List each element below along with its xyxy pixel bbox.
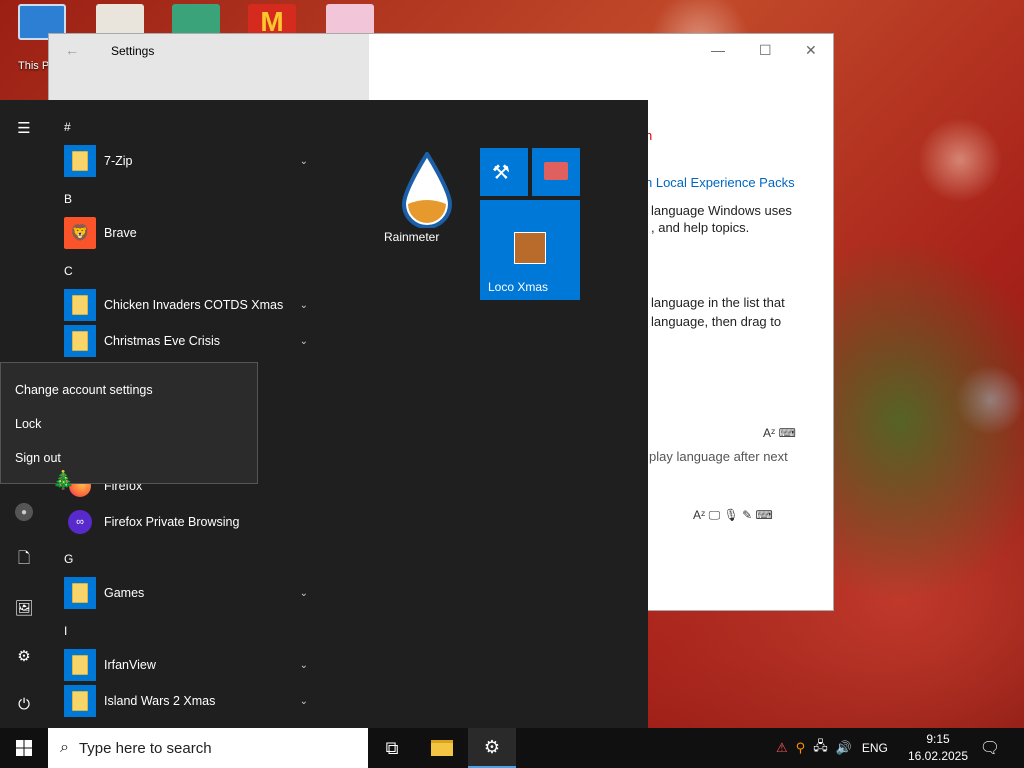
- language-capabilities-icon: Aᶻ 🖵 🎙 ✎ ⌨: [693, 508, 773, 522]
- app-label: Firefox Private Browsing: [104, 515, 240, 529]
- app-label: Island Wars 2 Xmas: [104, 694, 216, 708]
- expand-menu-icon[interactable]: ☰: [0, 108, 48, 148]
- tile-loco-xmas[interactable]: Loco Xmas: [480, 200, 580, 300]
- app-irfanview[interactable]: IrfanView ⌄: [64, 647, 312, 683]
- app-island-wars[interactable]: Island Wars 2 Xmas ⌄: [64, 683, 312, 719]
- loco-xmas-icon: [514, 232, 546, 264]
- search-placeholder: Type here to search: [78, 739, 212, 757]
- settings-title: Settings: [111, 44, 155, 58]
- account-button[interactable]: ●: [0, 492, 48, 532]
- folder-icon: [64, 325, 96, 357]
- app-label: 7-Zip: [104, 154, 133, 168]
- network-icon[interactable]: 🖧: [813, 737, 828, 759]
- sign-out-button[interactable]: Sign out: [15, 451, 61, 465]
- maximize-icon[interactable]: ☐: [759, 42, 772, 59]
- local-experience-packs-link[interactable]: n Local Experience Packs: [645, 175, 795, 190]
- system-tray: ⚠ ⚲ 🖧 🔊 ENG: [776, 728, 888, 768]
- app-label: Brave: [104, 226, 137, 240]
- chevron-down-icon[interactable]: ⌄: [300, 696, 308, 707]
- group-letter-b[interactable]: B: [64, 192, 72, 206]
- back-arrow-icon[interactable]: ←: [65, 42, 79, 58]
- account-flyout: Change account settings Lock Sign out: [0, 362, 258, 484]
- file-explorer-icon[interactable]: [418, 728, 466, 768]
- app-label: Games: [104, 586, 145, 600]
- rainmeter-drop-icon: [401, 152, 453, 228]
- tile-label: Loco Xmas: [488, 280, 549, 294]
- folder-icon: [64, 685, 96, 717]
- search-tray-icon[interactable]: ⚲: [796, 740, 806, 756]
- task-view-icon[interactable]: ⧉: [368, 728, 416, 768]
- brave-icon: 🦁: [64, 217, 96, 249]
- chevron-down-icon[interactable]: ⌄: [300, 588, 308, 599]
- app-glyph-icon: [544, 162, 568, 180]
- pictures-icon[interactable]: 🖼: [0, 588, 48, 628]
- app-chicken-invaders[interactable]: Chicken Invaders COTDS Xmas ⌄: [64, 287, 312, 323]
- app-christmas-eve-crisis[interactable]: Christmas Eve Crisis ⌄: [64, 323, 312, 359]
- language-indicator[interactable]: ENG: [862, 741, 888, 755]
- settings-taskbar-icon[interactable]: ⚙: [468, 728, 516, 768]
- windows-language-desc-1: language Windows uses: [651, 203, 792, 218]
- group-letter-c[interactable]: C: [64, 264, 73, 278]
- close-icon[interactable]: ✕: [805, 42, 817, 59]
- chevron-down-icon[interactable]: ⌄: [300, 156, 308, 167]
- group-letter-g[interactable]: G: [64, 552, 73, 566]
- language-features-icon: Aᶻ ⌨: [763, 426, 796, 440]
- group-letter-i[interactable]: I: [64, 624, 67, 638]
- preferred-language-desc-2: language, then drag to: [651, 314, 782, 329]
- folder-icon: [64, 289, 96, 321]
- settings-sidebar: [49, 34, 369, 101]
- volume-icon[interactable]: 🔊: [836, 740, 852, 756]
- app-label: Chicken Invaders COTDS Xmas: [104, 298, 284, 312]
- tile-red-app[interactable]: [532, 148, 580, 196]
- start-button[interactable]: [0, 728, 48, 768]
- app-brave[interactable]: 🦁 Brave: [64, 215, 312, 251]
- taskbar: ⌕ Type here to search ⧉ ⚙ ⚠ ⚲ 🖧 🔊 ENG 9:…: [0, 728, 1024, 768]
- power-icon[interactable]: ⏻: [0, 684, 48, 724]
- firefox-private-icon: ∞: [64, 506, 96, 538]
- group-letter-hash[interactable]: #: [64, 120, 71, 134]
- folder-icon: [64, 649, 96, 681]
- change-account-settings-button[interactable]: Change account settings: [15, 383, 153, 397]
- chevron-down-icon[interactable]: ⌄: [300, 336, 308, 347]
- app-firefox-private[interactable]: ∞ Firefox Private Browsing: [64, 504, 312, 540]
- display-language-note: play language after next: [649, 449, 788, 464]
- avatar: ●: [15, 503, 33, 521]
- app-games[interactable]: Games ⌄: [64, 575, 312, 611]
- tile-label: Rainmeter: [384, 230, 440, 244]
- action-center-icon[interactable]: 🗨: [966, 728, 1014, 768]
- documents-icon[interactable]: 🗋: [0, 540, 48, 580]
- clock-time: 9:15: [926, 732, 950, 746]
- tile-rainmeter[interactable]: Rainmeter: [378, 148, 474, 248]
- tile-tools[interactable]: ⚒: [480, 148, 528, 196]
- hammer-wrench-icon: ⚒: [492, 162, 510, 184]
- preferred-language-desc-1: language in the list that: [651, 295, 785, 310]
- settings-titlebar[interactable]: ← Settings — ☐ ✕: [49, 34, 833, 101]
- folder-icon: [64, 577, 96, 609]
- app-7zip[interactable]: 7-Zip ⌄: [64, 143, 312, 179]
- app-label: Christmas Eve Crisis: [104, 334, 220, 348]
- chevron-down-icon[interactable]: ⌄: [300, 300, 308, 311]
- windows-language-desc-2: , and help topics.: [651, 220, 750, 235]
- windows-logo-icon: [16, 740, 32, 756]
- clock-date: 16.02.2025: [907, 749, 969, 763]
- settings-gear-icon[interactable]: ⚙: [0, 636, 48, 676]
- lock-button[interactable]: Lock: [15, 417, 41, 431]
- folder-icon: [64, 145, 96, 177]
- search-icon: ⌕: [60, 739, 69, 756]
- xmas-tree-cursor-icon: 🎄: [52, 470, 75, 490]
- notification-badge-icon[interactable]: ⚠: [776, 740, 788, 756]
- minimize-icon[interactable]: —: [711, 42, 725, 58]
- chevron-down-icon[interactable]: ⌄: [300, 660, 308, 671]
- app-label: IrfanView: [104, 658, 156, 672]
- clock[interactable]: 9:15 16.02.2025: [904, 731, 972, 765]
- search-box[interactable]: ⌕ Type here to search: [48, 728, 368, 768]
